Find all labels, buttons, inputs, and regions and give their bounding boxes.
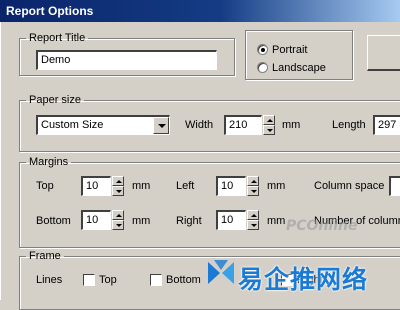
spin-up-button[interactable] xyxy=(247,176,259,186)
spin-down-button[interactable] xyxy=(247,186,259,196)
arrow-up-icon xyxy=(251,214,257,217)
margin-top-spinner[interactable] xyxy=(112,176,124,196)
spin-up-button[interactable] xyxy=(263,115,275,125)
paper-size-value: Custom Size xyxy=(41,119,104,131)
margin-left-spinner[interactable] xyxy=(247,176,259,196)
lines-label: Lines xyxy=(36,274,63,286)
arrow-down-icon xyxy=(251,224,257,227)
spin-up-button[interactable] xyxy=(247,210,259,220)
dialog-body: Report Title Demo Portrait Landscape Pap… xyxy=(0,22,400,310)
spin-up-button[interactable] xyxy=(112,210,124,220)
arrow-down-icon xyxy=(116,224,122,227)
width-input[interactable]: 210 xyxy=(224,115,262,135)
spin-down-button[interactable] xyxy=(263,125,275,135)
report-title-legend: Report Title xyxy=(29,32,86,44)
margins-group: Margins xyxy=(19,156,400,248)
window-title: Report Options xyxy=(0,0,400,22)
frame-top-label: Top xyxy=(99,274,117,286)
margin-right-unit: mm xyxy=(267,215,286,227)
chevron-down-icon xyxy=(158,124,166,128)
margin-bottom-label: Bottom xyxy=(36,215,71,227)
landscape-label: Landscape xyxy=(272,62,326,74)
margin-top-input[interactable]: 10 xyxy=(81,176,111,196)
radio-selected-dot xyxy=(261,48,265,52)
paper-size-legend: Paper size xyxy=(29,94,81,106)
length-label: Length xyxy=(332,119,366,131)
frame-top-checkbox[interactable] xyxy=(83,274,95,286)
portrait-radio[interactable] xyxy=(257,44,268,55)
arrow-up-icon xyxy=(116,180,122,183)
spin-down-button[interactable] xyxy=(247,220,259,230)
width-unit: mm xyxy=(282,119,301,131)
margin-bottom-input[interactable]: 10 xyxy=(81,210,111,230)
margin-top-label: Top xyxy=(36,180,54,192)
margin-bottom-spinner[interactable] xyxy=(112,210,124,230)
portrait-label: Portrait xyxy=(272,44,308,56)
spin-down-button[interactable] xyxy=(112,186,124,196)
dropdown-button[interactable] xyxy=(153,117,169,134)
arrow-down-icon xyxy=(251,190,257,193)
margin-right-spinner[interactable] xyxy=(247,210,259,230)
frame-bottom-checkbox[interactable] xyxy=(150,274,162,286)
column-space-input[interactable] xyxy=(389,176,400,196)
margin-left-label: Left xyxy=(176,180,195,192)
report-title-input[interactable]: Demo xyxy=(36,50,217,70)
margin-bottom-unit: mm xyxy=(132,215,151,227)
margin-left-unit: mm xyxy=(267,180,286,192)
frame-legend: Frame xyxy=(29,250,61,262)
paper-size-select[interactable]: Custom Size xyxy=(36,115,170,135)
length-input[interactable]: 297 xyxy=(373,115,400,135)
margin-top-unit: mm xyxy=(132,180,151,192)
spin-down-button[interactable] xyxy=(112,220,124,230)
width-label: Width xyxy=(185,119,214,131)
arrow-up-icon xyxy=(267,119,273,122)
spin-up-button[interactable] xyxy=(112,176,124,186)
watermark-text: 易企推网络 xyxy=(238,265,369,294)
margin-left-input[interactable]: 10 xyxy=(216,176,246,196)
frame-bottom-label: Bottom xyxy=(166,274,201,286)
column-space-label: Column space xyxy=(314,180,385,192)
width-spinner[interactable] xyxy=(263,115,275,135)
margin-right-input[interactable]: 10 xyxy=(216,210,246,230)
arrow-down-icon xyxy=(267,129,273,132)
arrow-up-icon xyxy=(116,214,122,217)
landscape-radio[interactable] xyxy=(257,62,268,73)
watermark-logo-icon xyxy=(208,260,234,284)
watermark-sub-text: PCOnline xyxy=(286,218,358,234)
side-button[interactable] xyxy=(367,35,400,71)
margin-right-label: Right xyxy=(176,215,202,227)
arrow-up-icon xyxy=(251,180,257,183)
arrow-down-icon xyxy=(116,190,122,193)
margins-legend: Margins xyxy=(29,156,69,168)
